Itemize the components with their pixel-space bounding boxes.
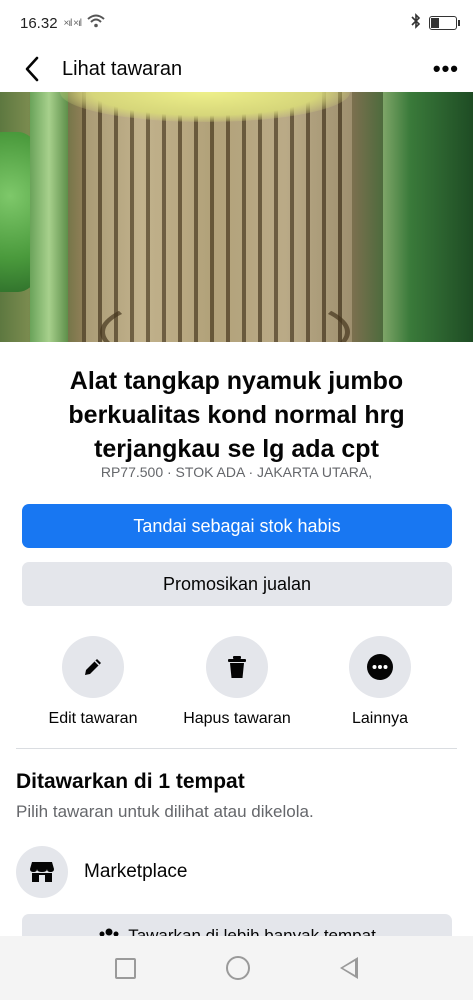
page-title: Lihat tawaran [62,57,183,80]
more-options-button[interactable]: ••• [433,56,459,82]
listing-photo[interactable] [0,92,473,342]
home-button[interactable] [226,956,250,980]
marketplace-icon-circle [16,846,68,898]
more-actions[interactable]: Lainnya [305,636,455,728]
bluetooth-icon [411,13,421,33]
chevron-left-icon [25,56,39,82]
divider [16,748,457,749]
listing-meta: RP77.500 · STOK ADA · JAKARTA UTARA, [100,464,373,480]
more-actions-label: Lainnya [351,710,409,727]
edit-listing-label: Edit tawaran [48,710,138,727]
more-circle [349,636,411,698]
offered-in-subtitle: Pilih tawaran untuk dilihat atau dikelol… [16,802,314,821]
back-button[interactable] [18,51,46,87]
delete-listing-action[interactable]: Hapus tawaran [162,636,312,728]
trash-icon [228,656,246,678]
promote-button[interactable]: Promosikan jualan [22,562,452,606]
photo-pole-shape [30,92,68,342]
offered-in-title: Ditawarkan di 1 tempat [16,770,245,793]
wifi-icon [87,14,105,32]
listing-title: Alat tangkap nyamuk jumbo berkualitas ko… [68,367,405,463]
delete-listing-label: Hapus tawaran [183,710,291,727]
marketplace-store-icon [30,862,54,882]
delete-circle [206,636,268,698]
status-bar: 16.32 ×ıl ×ıl [0,0,473,46]
signal-icon: ×ıl ×ıl [63,17,82,29]
status-time: 16.32 [20,14,58,32]
pencil-icon [85,659,101,675]
battery-icon [429,16,460,30]
system-nav-bar [0,936,473,1000]
edit-listing-action[interactable]: Edit tawaran [18,636,168,728]
mark-sold-button[interactable]: Tandai sebagai stok habis [22,504,452,548]
status-right [411,13,460,33]
more-icon [367,654,393,680]
header: Lihat tawaran ••• [0,46,473,92]
status-left: 16.32 ×ıl ×ıl [20,14,105,32]
marketplace-item[interactable]: Marketplace [16,846,188,898]
edit-circle [62,636,124,698]
listing-actions: Edit tawaran Hapus tawaran Lainnya [0,636,473,732]
photo-background-right [383,92,473,342]
recent-apps-button[interactable] [115,957,136,979]
system-back-button[interactable] [340,957,358,979]
marketplace-label: Marketplace [84,861,188,882]
